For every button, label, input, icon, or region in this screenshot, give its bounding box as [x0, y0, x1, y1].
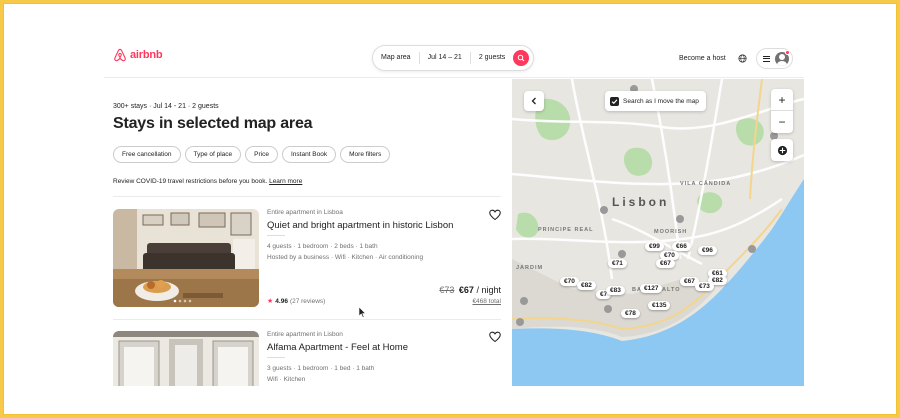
notification-dot [785, 50, 790, 55]
filter-instant-book[interactable]: Instant Book [281, 146, 337, 163]
listing-price-unit: / night [476, 285, 501, 295]
listing-current-price: €67 [458, 285, 474, 295]
rating-value: 4.96 [275, 297, 288, 305]
covid-notice: Review COVID-19 travel restrictions befo… [113, 178, 302, 185]
map-city-label: Lisbon [612, 195, 670, 209]
map-area-label: JARDIM [516, 265, 544, 271]
listing-old-price: €73 [439, 285, 455, 295]
filter-price[interactable]: Price [245, 146, 278, 163]
airbnb-logo-icon [114, 48, 126, 62]
locate-button[interactable] [771, 139, 793, 161]
bedroom-photo [113, 331, 259, 386]
listing-separator [267, 235, 285, 236]
map-price-pin[interactable]: €83 [606, 286, 625, 295]
filter-bar: Free cancellation Type of place Price In… [113, 146, 391, 163]
results-list: 300+ stays · Jul 14 - 21 · 2 guests Stay… [104, 79, 512, 386]
map-price-pin[interactable]: €66 [672, 242, 691, 251]
search-location[interactable]: Map area [373, 52, 420, 64]
mouse-cursor-icon [359, 307, 367, 318]
search-as-move-toggle[interactable]: Search as I move the map [605, 91, 706, 111]
search-as-move-label: Search as I move the map [623, 97, 699, 105]
listing-capacity: 4 guests · 1 bedroom · 2 beds · 1 bath [267, 243, 378, 250]
listing-amenities: Wifi · Kitchen [267, 376, 306, 383]
map-price-pin[interactable]: €99 [645, 242, 664, 251]
map-price-pin[interactable]: €127 [640, 284, 663, 293]
airbnb-logo[interactable]: airbnb [113, 48, 163, 62]
learn-more-link[interactable]: Learn more [269, 178, 302, 185]
listing-total[interactable]: €468 total [472, 298, 501, 305]
map-price-pin[interactable]: €135 [648, 301, 671, 310]
map-area-label: VILA CÂNDIDA [680, 181, 732, 187]
become-host-link[interactable]: Become a host [679, 55, 726, 62]
search-dates[interactable]: Jul 14 – 21 [420, 52, 471, 64]
map-price-pin[interactable]: €67 [656, 259, 675, 268]
map-price-pin[interactable]: €96 [698, 246, 717, 255]
user-menu-button[interactable] [756, 48, 793, 69]
zoom-out-button[interactable]: − [771, 111, 793, 133]
search-guests[interactable]: 2 guests [471, 52, 513, 64]
map-price-pin[interactable]: €73 [695, 282, 714, 291]
checkbox-checked-icon[interactable] [610, 96, 619, 106]
zoom-controls: + − [771, 89, 793, 133]
listing-card[interactable]: Entire apartment in Lisbon Alfama Apartm… [113, 331, 503, 386]
stays-meta: 300+ stays · Jul 14 - 21 · 2 guests [113, 103, 219, 110]
top-header: airbnb Map area Jul 14 – 21 2 guests Bec… [104, 34, 804, 78]
divider [113, 319, 501, 320]
review-count: (27 reviews) [289, 297, 326, 305]
zoom-in-button[interactable]: + [771, 89, 793, 111]
map-panel[interactable]: Lisbon VILA CÂNDIDA PRINCIPE REAL JARDIM… [512, 79, 804, 386]
filter-more-filters[interactable]: More filters [340, 146, 391, 163]
map-price-pin[interactable]: €78 [621, 309, 640, 318]
map-back-button[interactable] [524, 91, 544, 111]
divider [113, 196, 501, 197]
star-icon: ★ [267, 298, 274, 305]
map-price-pin[interactable]: €82 [577, 281, 596, 290]
covid-text: Review COVID-19 travel restrictions befo… [113, 178, 268, 185]
page-title: Stays in selected map area [113, 115, 313, 132]
listing-photo[interactable] [113, 209, 259, 307]
listing-separator [267, 357, 285, 358]
listing-type: Entire apartment in Lisbon [267, 331, 343, 338]
filter-free-cancellation[interactable]: Free cancellation [113, 146, 181, 163]
map-area-label: PRINCIPE REAL [538, 227, 594, 233]
listing-type: Entire apartment in Lisboa [267, 209, 343, 216]
compass-icon [777, 145, 787, 155]
menu-icon [763, 55, 770, 62]
listing-capacity: 3 guests · 1 bedroom · 1 bed · 1 bath [267, 365, 375, 372]
listing-price: €73 €67 / night [439, 285, 501, 295]
filter-type-of-place[interactable]: Type of place [184, 146, 242, 163]
screenshot-frame: airbnb Map area Jul 14 – 21 2 guests Bec… [3, 3, 897, 415]
heart-icon[interactable] [489, 331, 501, 343]
listing-name[interactable]: Alfama Apartment - Feel at Home [267, 342, 408, 353]
listing-amenities: Hosted by a business · Wifi · Kitchen · … [267, 254, 424, 261]
chevron-left-icon [531, 97, 536, 105]
listing-rating: ★ 4.96 (27 reviews) [267, 297, 326, 306]
living-room-photo [113, 209, 259, 307]
heart-icon[interactable] [489, 209, 501, 221]
brand-name: airbnb [130, 49, 163, 61]
search-icon [517, 54, 525, 62]
airbnb-page: airbnb Map area Jul 14 – 21 2 guests Bec… [104, 34, 804, 386]
listing-card[interactable]: Entire apartment in Lisboa Quiet and bri… [113, 209, 503, 309]
listing-name[interactable]: Quiet and bright apartment in historic L… [267, 220, 453, 231]
search-bar[interactable]: Map area Jul 14 – 21 2 guests [372, 45, 534, 71]
listing-photo[interactable] [113, 331, 259, 386]
search-button[interactable] [513, 50, 529, 66]
map-area-label: MOORISH [654, 229, 688, 235]
map-price-pin[interactable]: €71 [608, 259, 627, 268]
globe-icon[interactable] [738, 54, 747, 63]
